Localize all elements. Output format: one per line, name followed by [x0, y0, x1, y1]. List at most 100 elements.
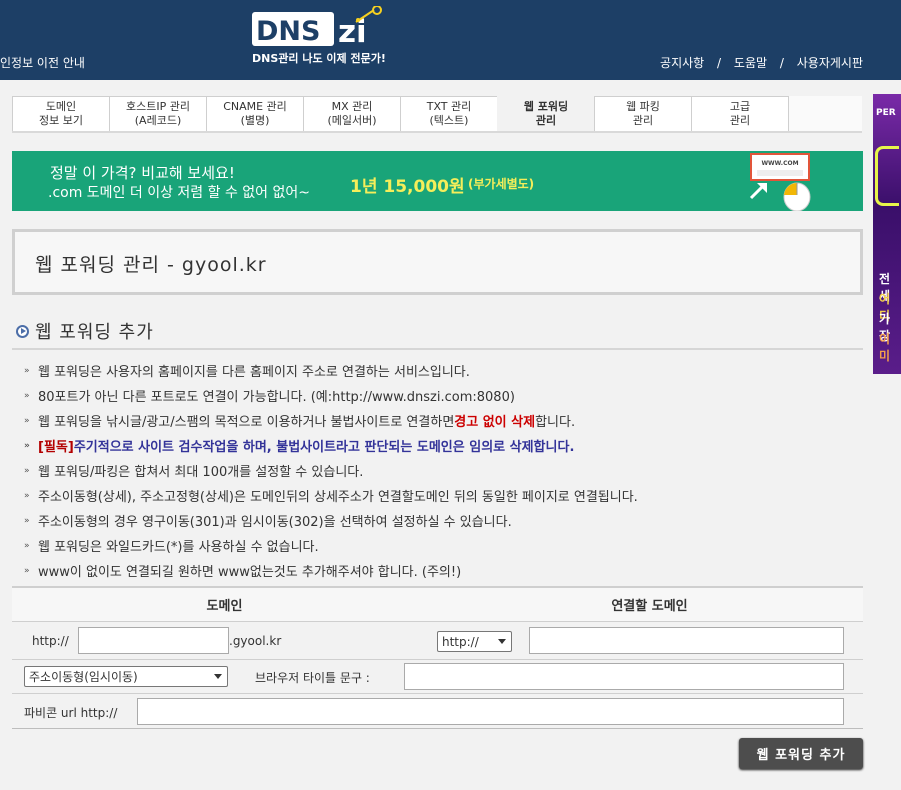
column-header-domain: 도메인 [206, 599, 243, 614]
ad-graphic [875, 146, 899, 206]
side-advertisement[interactable]: PER 전세 어디 가장 이미 [873, 94, 901, 374]
notice-list: » 웹 포워딩은 사용자의 홈페이지를 다른 홈페이지 주소로 연결하는 서비스… [24, 358, 864, 583]
banner-vat: (부가세별도) [468, 177, 535, 191]
tab-label: 웹 포워딩 [523, 100, 569, 113]
list-item: » 웹 포워딩은 사용자의 홈페이지를 다른 홈페이지 주소로 연결하는 서비스… [24, 358, 864, 383]
chevron-down-icon [214, 674, 222, 679]
subdomain-input[interactable] [78, 627, 229, 654]
svg-text:zi: zi [338, 14, 367, 50]
note-text: 80포트가 아닌 다른 포트로도 연결이 가능합니다. (예:http://ww… [38, 390, 515, 405]
promo-banner[interactable]: 정말 이 가격? 비교해 보세요! .com 도메인 더 이상 저렴 할 수 없… [12, 151, 863, 212]
tab-label: 고급 [729, 100, 751, 113]
board-link[interactable]: 사용자게시판 [797, 56, 863, 70]
tab-label: (별명) [240, 114, 270, 127]
domain-row: http:// .gyool.kr http:// [12, 622, 863, 660]
chevron-right-icon: » [24, 565, 30, 576]
link-separator: / [717, 56, 722, 70]
note-text: 웹 포워딩/파킹은 합쳐서 최대 100개를 설정할 수 있습니다. [38, 465, 364, 480]
chevron-right-icon: » [24, 365, 30, 376]
help-link[interactable]: 도움말 [734, 56, 767, 70]
banner-subline: .com 도메인 더 이상 저렴 할 수 없어 없어~ [48, 185, 311, 201]
tab-txt[interactable]: TXT 관리 (텍스트) [400, 96, 498, 131]
protocol-select[interactable]: http:// [437, 631, 512, 652]
link-separator: / [779, 56, 784, 70]
domain-suffix-label: .gyool.kr [229, 634, 282, 648]
dnszi-logo[interactable]: DNS zi DNS관리 나도 이제 전문가! [252, 5, 402, 68]
privacy-notice-link[interactable]: 인정보 이전 안내 [0, 54, 85, 71]
divider [12, 348, 863, 350]
protocol-select-value: http:// [442, 634, 479, 649]
warning-text: 경고 없이 삭제 [454, 415, 536, 430]
favicon-label: 파비콘 url http:// [24, 706, 118, 720]
tab-web-parking[interactable]: 웹 파킹 관리 [594, 96, 692, 131]
tab-label: CNAME 관리 [223, 100, 287, 113]
tab-label: 웹 파킹 [626, 100, 660, 113]
logo-tagline: DNS관리 나도 이제 전문가! [252, 52, 386, 65]
target-domain-input[interactable] [529, 627, 844, 654]
column-header-target: 연결할 도메인 [611, 599, 688, 614]
ad-text: PER [876, 108, 896, 118]
note-text: 웹 포워딩은 사용자의 홈페이지를 다른 홈페이지 주소로 연결하는 서비스입니… [38, 365, 470, 380]
chevron-right-icon: » [24, 415, 30, 426]
tab-label: TXT 관리 [426, 100, 472, 113]
chevron-right-icon: » [24, 515, 30, 526]
list-item: » 80포트가 아닌 다른 포트로도 연결이 가능합니다. (예:http://… [24, 383, 864, 408]
list-item: » [필독] 주기적으로 사이트 검수작업을 하며, 불법사이트라고 판단되는 도… [24, 433, 864, 458]
browser-title-label: 브라우저 타이틀 문구 : [255, 671, 370, 685]
note-text: 합니다. [535, 415, 576, 430]
browser-title-input[interactable] [404, 663, 844, 690]
tab-label: 호스트IP 관리 [126, 100, 190, 113]
www-cursor-icon: WWW.COM [747, 153, 813, 212]
svg-text:DNS: DNS [256, 16, 320, 47]
tab-label: 관리 [729, 114, 751, 127]
tab-cname[interactable]: CNAME 관리 (별명) [206, 96, 304, 131]
tab-web-forwarding[interactable]: 웹 포워딩 관리 [497, 96, 595, 131]
list-item: » 웹 포워딩은 와일드카드(*)를 사용하실 수 없습니다. [24, 533, 864, 558]
tab-domain-info[interactable]: 도메인 정보 보기 [12, 96, 110, 131]
chevron-right-icon: » [24, 390, 30, 401]
tab-label: (메일서버) [327, 114, 377, 127]
forwarding-form: 도메인 연결할 도메인 http:// .gyool.kr http:// 주소… [12, 586, 863, 729]
tab-label: (A레코드) [134, 114, 182, 127]
tab-label: 도메인 [45, 100, 77, 113]
page-title-box: 웹 포워딩 관리 - gyool.kr [12, 229, 863, 295]
form-header-row: 도메인 연결할 도메인 [12, 586, 863, 622]
management-tabs: 도메인 정보 보기 호스트IP 관리 (A레코드) CNAME 관리 (별명) … [12, 96, 862, 133]
note-text: www이 없이도 연결되길 원하면 www없는것도 추가해주셔야 합니다. (주… [38, 565, 462, 580]
note-text: 웹 포워딩을 낚시글/광고/스팸의 목적으로 이용하거나 불법사이트로 연결하면 [38, 415, 455, 430]
list-item: » 웹 포워딩을 낚시글/광고/스팸의 목적으로 이용하거나 불법사이트로 연결… [24, 408, 864, 433]
chevron-right-icon: » [24, 440, 30, 451]
banner-price: 1년 15,000원 [350, 177, 465, 197]
tab-host-ip[interactable]: 호스트IP 관리 (A레코드) [109, 96, 207, 131]
http-prefix-label: http:// [32, 634, 69, 648]
banner-headline: 정말 이 가격? 비교해 보세요! [50, 164, 235, 182]
tab-advanced[interactable]: 고급 관리 [691, 96, 789, 131]
tab-label: (텍스트) [429, 114, 469, 127]
page-title: 웹 포워딩 관리 - gyool.kr [35, 254, 267, 276]
list-item: » 주소이동형의 경우 영구이동(301)과 임시이동(302)을 선택하여 설… [24, 508, 864, 533]
arrow-bullet-icon [16, 324, 29, 338]
section-title: 웹 포워딩 추가 [35, 322, 154, 343]
tab-mx[interactable]: MX 관리 (메일서버) [303, 96, 401, 131]
note-text: 주기적으로 사이트 검수작업을 하며, 불법사이트라고 판단되는 도메인은 임의… [73, 440, 575, 455]
redirect-type-value: 주소이동형(임시이동) [29, 670, 138, 684]
tab-label: 관리 [535, 114, 557, 127]
tab-label: 정보 보기 [39, 114, 83, 127]
options-row: 주소이동형(임시이동) 브라우저 타이틀 문구 : [12, 660, 863, 694]
chevron-down-icon [498, 639, 506, 644]
www-label: WWW.COM [761, 160, 798, 167]
note-text: 웹 포워딩은 와일드카드(*)를 사용하실 수 없습니다. [38, 540, 319, 555]
list-item: » www이 없이도 연결되길 원하면 www없는것도 추가해주셔야 합니다. … [24, 558, 864, 583]
tab-label: 관리 [632, 114, 654, 127]
list-item: » 주소이동형(상세), 주소고정형(상세)은 도메인뒤의 상세주소가 연결할도… [24, 483, 864, 508]
chevron-right-icon: » [24, 465, 30, 476]
tab-label: MX 관리 [331, 100, 373, 113]
top-header: 인정보 이전 안내 DNS zi DNS관리 나도 이제 전문가! 공지사항 /… [0, 0, 901, 80]
favicon-url-input[interactable] [137, 698, 844, 725]
redirect-type-select[interactable]: 주소이동형(임시이동) [24, 666, 228, 687]
note-text: 주소이동형의 경우 영구이동(301)과 임시이동(302)을 선택하여 설정하… [38, 515, 512, 530]
notice-link[interactable]: 공지사항 [660, 56, 704, 70]
add-forwarding-button[interactable]: 웹 포워딩 추가 [739, 738, 863, 769]
chevron-right-icon: » [24, 540, 30, 551]
list-item: » 웹 포워딩/파킹은 합쳐서 최대 100개를 설정할 수 있습니다. [24, 458, 864, 483]
